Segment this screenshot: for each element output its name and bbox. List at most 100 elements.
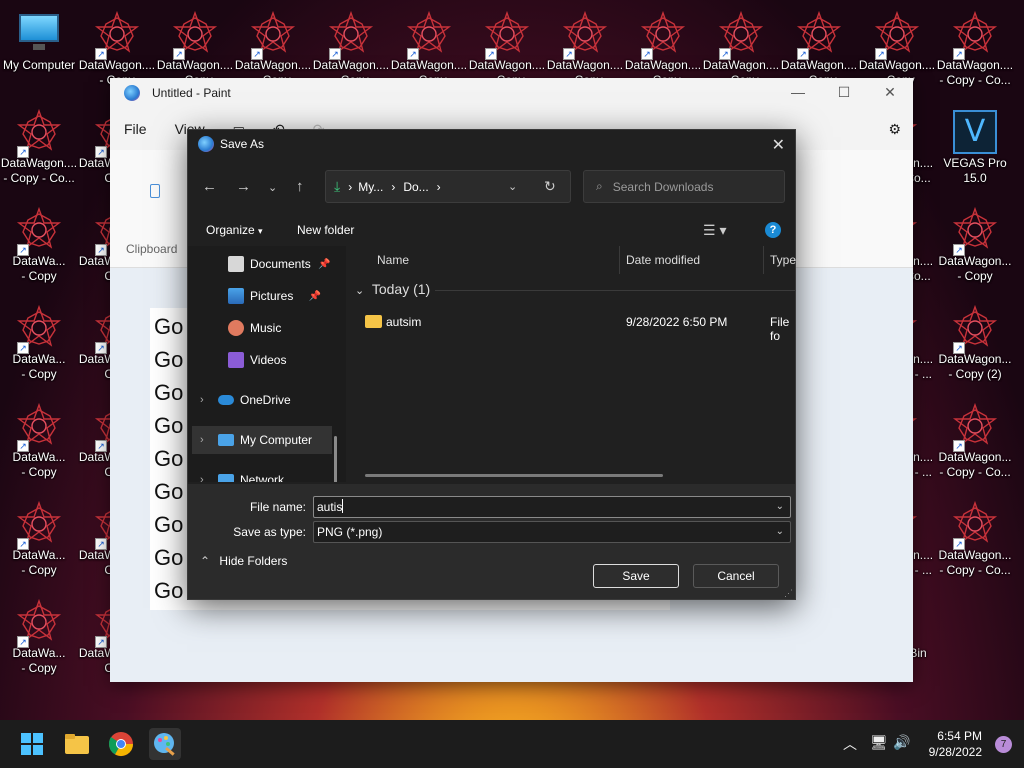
nav-scrollbar[interactable]: [334, 436, 337, 482]
hide-folders-button[interactable]: ⌃ Hide Folders: [200, 554, 287, 568]
breadcrumb-my-computer[interactable]: My...: [358, 180, 383, 194]
shortcut-arrow-icon: ↗: [17, 244, 29, 256]
desktop-icon-datawagon-shortcut[interactable]: ↗DataWagon.... - Copy - Co...: [936, 4, 1014, 100]
save-as-type-select[interactable]: PNG (*.png) ⌄: [313, 521, 791, 543]
nav-item-videos[interactable]: Videos: [228, 346, 286, 374]
paint-titlebar[interactable]: Untitled - Paint — ☐ ✕: [110, 78, 913, 108]
canvas-text-line: Go: [154, 578, 184, 603]
file-name-field[interactable]: autis ⌄: [313, 496, 791, 518]
settings-icon[interactable]: ⚙: [888, 121, 901, 138]
desktop-icon-my-computer[interactable]: My Computer: [0, 4, 78, 100]
horizontal-scrollbar[interactable]: [365, 474, 663, 477]
datawagon-star-icon: ↗: [15, 500, 63, 550]
dialog-titlebar[interactable]: Save As ✕: [188, 130, 795, 158]
close-icon[interactable]: ✕: [772, 135, 785, 155]
datawagon-star-icon: ↗: [951, 10, 999, 60]
group-header-today[interactable]: ⌄ Today (1): [355, 281, 795, 297]
column-header-type[interactable]: Type: [770, 253, 796, 267]
clipboard-paste-icon[interactable]: [150, 184, 160, 198]
view-options-icon[interactable]: ☰ ▾: [703, 222, 726, 239]
up-arrow-icon[interactable]: ↑: [296, 178, 304, 195]
chevron-right-icon[interactable]: ›: [200, 394, 204, 406]
clock[interactable]: 6:54 PM 9/28/2022: [929, 728, 982, 760]
desktop-icon-datawagon-shortcut[interactable]: ↗ DataWagon... - Copy - Co...: [936, 396, 1014, 492]
column-header-date-modified[interactable]: Date modified: [626, 253, 700, 267]
minimize-button[interactable]: —: [775, 78, 821, 106]
refresh-icon[interactable]: ↻: [544, 178, 556, 195]
chevron-right-icon[interactable]: ›: [200, 434, 204, 446]
datawagon-star-icon: ↗: [327, 10, 375, 60]
canvas-text-line: Go: [154, 446, 184, 471]
breadcrumb-downloads[interactable]: Do...: [403, 180, 428, 194]
recent-locations-chevron-icon[interactable]: ⌄: [268, 181, 277, 194]
desktop-icon-datawagon-shortcut[interactable]: ↗ DataWa... - Copy: [0, 298, 78, 394]
column-divider[interactable]: [763, 246, 764, 274]
desktop-icon-datawagon-shortcut[interactable]: ↗ DataWagon... - Copy (2): [936, 298, 1014, 394]
close-button[interactable]: ✕: [867, 78, 913, 106]
save-button[interactable]: Save: [593, 564, 679, 588]
desktop-icon-label: DataWa... - Copy: [12, 548, 66, 577]
shortcut-arrow-icon: ↗: [95, 538, 107, 550]
organize-button[interactable]: Organize ▾: [206, 223, 263, 237]
show-hidden-icons-chevron-icon[interactable]: ︿: [843, 734, 857, 754]
chevron-right-icon[interactable]: ›: [200, 474, 204, 482]
chevron-down-icon: ▾: [258, 226, 263, 236]
desktop-icon-label: DataWa... - Copy: [12, 352, 66, 381]
desktop-icon-label: DataWagon... - Copy - Co...: [938, 548, 1012, 577]
documents-icon: [228, 256, 244, 272]
nav-label: Music: [250, 321, 282, 335]
datawagon-star-icon: ↗: [15, 108, 63, 158]
desktop-icon-vegas-pro[interactable]: V VEGAS Pro 15.0: [936, 102, 1014, 198]
shortcut-arrow-icon: ↗: [485, 48, 497, 60]
resize-grip-icon[interactable]: ⋰: [784, 588, 793, 599]
computer-icon: [15, 10, 63, 58]
search-input[interactable]: ⌕ Search Downloads: [583, 170, 785, 203]
file-explorer-taskbar-button[interactable]: [61, 728, 93, 760]
desktop-icon-datawagon-shortcut[interactable]: ↗ DataWa... - Copy: [0, 592, 78, 688]
address-bar[interactable]: ⤓ › My... › Do... › ⌄ ↻: [325, 170, 571, 203]
shortcut-arrow-icon: ↗: [953, 48, 965, 60]
desktop-icon-datawagon-shortcut[interactable]: ↗ DataWagon... - Copy: [936, 200, 1014, 296]
menu-file[interactable]: File: [124, 121, 147, 137]
cancel-button[interactable]: Cancel: [693, 564, 779, 588]
list-item[interactable]: autsim 9/28/2022 6:50 PM File fo: [347, 310, 795, 343]
address-dropdown-chevron-icon[interactable]: ⌄: [508, 180, 517, 193]
nav-item-onedrive[interactable]: › OneDrive: [200, 386, 291, 414]
nav-item-music[interactable]: Music: [228, 314, 281, 342]
desktop-icon-datawagon-shortcut[interactable]: ↗ DataWa... - Copy: [0, 494, 78, 590]
maximize-button[interactable]: ☐: [821, 78, 867, 106]
volume-icon[interactable]: 🔊: [893, 734, 910, 751]
chrome-taskbar-button[interactable]: [105, 728, 137, 760]
forward-arrow-icon[interactable]: →: [236, 178, 251, 195]
desktop-icon-label: DataWa... - Copy: [12, 254, 66, 283]
column-divider[interactable]: [619, 246, 620, 274]
chevron-down-icon[interactable]: ⌄: [776, 497, 784, 517]
datawagon-star-icon: ↗: [951, 500, 999, 550]
desktop-icon-datawagon-shortcut[interactable]: ↗ DataWa... - Copy: [0, 396, 78, 492]
nav-item-network[interactable]: › Network: [200, 466, 284, 482]
desktop-icon-datawagon-shortcut[interactable]: ↗ DataWagon... - Copy - Co...: [936, 494, 1014, 590]
notification-badge[interactable]: 7: [995, 736, 1012, 753]
canvas-text-line: Go: [154, 512, 184, 537]
nav-label: OneDrive: [240, 393, 291, 407]
datawagon-star-icon: ↗: [15, 304, 63, 354]
computer-icon: [218, 434, 234, 446]
nav-item-pictures[interactable]: Pictures 📌: [228, 282, 321, 310]
network-status-icon[interactable]: 🖥: [870, 734, 888, 751]
chevron-down-icon: ⌄: [775, 526, 784, 537]
paint-taskbar-button[interactable]: [149, 728, 181, 760]
column-header-name[interactable]: Name: [377, 253, 409, 267]
canvas-text-line: Go: [154, 479, 184, 504]
nav-label: Pictures: [250, 289, 294, 303]
shortcut-arrow-icon: ↗: [953, 440, 965, 452]
start-button[interactable]: [16, 728, 48, 760]
desktop-icon-datawagon-shortcut[interactable]: ↗DataWagon.... - Copy - Co...: [0, 102, 78, 198]
desktop-icon-datawagon-shortcut[interactable]: ↗ DataWa... - Copy: [0, 200, 78, 296]
help-icon[interactable]: ?: [765, 222, 781, 238]
network-icon: [218, 474, 234, 482]
nav-item-my-computer[interactable]: › My Computer: [192, 426, 332, 454]
new-folder-button[interactable]: New folder: [297, 223, 354, 237]
nav-item-documents[interactable]: Documents 📌: [228, 250, 331, 278]
canvas-text-line: Go: [154, 314, 184, 339]
back-arrow-icon[interactable]: ←: [202, 178, 217, 195]
